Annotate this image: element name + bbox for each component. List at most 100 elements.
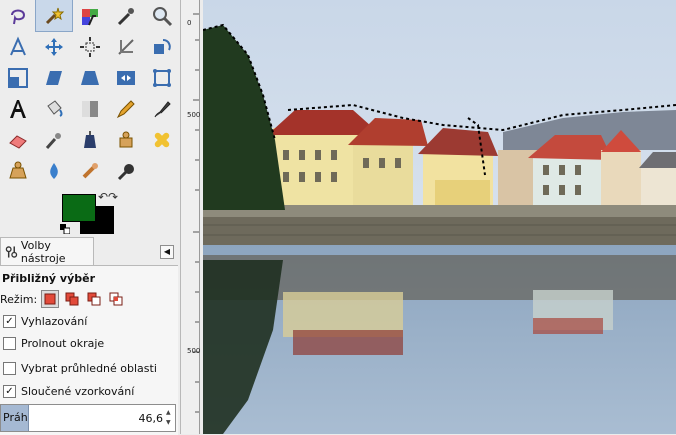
threshold-label: Práh (1, 405, 29, 431)
option-feather-edges[interactable]: Prolnout okraje (0, 335, 104, 351)
dodge-burn-tool-button[interactable] (108, 155, 144, 186)
antialiasing-checkbox[interactable]: ✓ (3, 314, 16, 328)
align-icon (80, 36, 100, 57)
option-antialiasing[interactable]: ✓ Vyhlazování (0, 313, 87, 329)
bucket-fill-tool-button[interactable] (36, 93, 72, 124)
perspective-tool-button[interactable] (72, 62, 108, 93)
threshold-slider[interactable]: Práh 46,6 ▲ ▼ (0, 404, 176, 432)
ink-tool-button[interactable] (72, 124, 108, 155)
blur-sharpen-icon (50, 162, 58, 179)
zoom-icon (153, 6, 173, 26)
cage-transform-icon (153, 68, 171, 87)
shear-tool-button[interactable] (36, 62, 72, 93)
tool-grid (0, 0, 180, 186)
threshold-spinner-icon[interactable]: ▲ ▼ (166, 408, 173, 428)
smudge-icon (82, 162, 98, 178)
mode-subtract-button[interactable] (85, 290, 103, 308)
ruler-label: 0 (187, 19, 192, 27)
sample-merged-checkbox[interactable]: ✓ (3, 384, 16, 398)
clone-icon (119, 131, 133, 147)
canvas-area: 0 500 500 (181, 0, 676, 434)
mode-add-button[interactable] (63, 290, 81, 308)
feather-edges-label: Prolnout okraje (21, 336, 105, 350)
scale-icon (8, 67, 28, 88)
ink-icon (84, 130, 96, 148)
feather-edges-checkbox[interactable] (3, 336, 16, 350)
toolbox: ↶↷ Volby nástroje ◀ Přibližný výběr Reži… (0, 0, 181, 435)
image-canvas[interactable] (203, 0, 676, 434)
vertical-ruler[interactable]: 0 500 500 (181, 0, 200, 434)
zoom-tool-button[interactable] (144, 0, 180, 31)
color-picker-tool-button[interactable] (108, 0, 144, 31)
tab-tool-options-label: Volby nástroje (20, 238, 66, 265)
dock-menu-button[interactable]: ◀ (160, 245, 174, 259)
move-tool-button[interactable] (36, 31, 72, 62)
crop-tool-button[interactable] (108, 31, 144, 62)
sample-merged-label: Sloučené vzorkování (21, 384, 135, 398)
shear-icon (46, 70, 62, 85)
heal-icon (154, 132, 170, 147)
measure-icon (10, 36, 26, 55)
measure-tool-button[interactable] (0, 31, 36, 62)
mode-row: Režim: (0, 290, 125, 308)
bucket-fill-icon (47, 99, 63, 117)
threshold-value: 46,6 (138, 412, 164, 425)
rotate-tool-button[interactable] (144, 31, 180, 62)
airbrush-icon (45, 132, 61, 149)
move-icon (45, 37, 63, 56)
fuzzy-select-tool-button[interactable] (35, 0, 73, 32)
pencil-tool-button[interactable] (108, 93, 144, 124)
pencil-icon (116, 99, 135, 118)
photo-town-riverside (203, 0, 676, 434)
mode-label: Režim: (0, 292, 38, 306)
perspective-icon (81, 70, 99, 85)
perspective-clone-tool-button[interactable] (0, 155, 36, 186)
airbrush-tool-button[interactable] (36, 124, 72, 155)
select-transparent-checkbox[interactable] (3, 361, 16, 375)
flip-icon (117, 70, 135, 85)
crop-icon (118, 38, 134, 55)
ruler-label: 500 (187, 347, 201, 355)
default-colors-icon[interactable] (60, 224, 70, 234)
paintbrush-tool-button[interactable] (144, 93, 180, 124)
eraser-tool-button[interactable] (0, 124, 36, 155)
text-icon (10, 99, 26, 118)
mode-replace-icon (44, 293, 56, 305)
tool-options-icon (5, 245, 18, 258)
eraser-icon (9, 134, 27, 149)
mode-replace-button[interactable] (41, 290, 60, 308)
color-picker-icon (117, 7, 134, 25)
tab-tool-options[interactable]: Volby nástroje (0, 237, 94, 265)
antialiasing-label: Vyhlazování (21, 314, 88, 328)
rotate-icon (154, 38, 171, 54)
color-area: ↶↷ (56, 190, 120, 238)
select-by-color-icon (82, 8, 98, 25)
blend-tool-button[interactable] (72, 93, 108, 124)
scale-tool-button[interactable] (0, 62, 36, 93)
foreground-color-swatch[interactable] (62, 194, 96, 222)
cage-transform-tool-button[interactable] (144, 62, 180, 93)
blur-sharpen-tool-button[interactable] (36, 155, 72, 186)
fuzzy-select-icon (45, 7, 65, 24)
ruler-ticks (193, 13, 199, 413)
mode-intersect-button[interactable] (107, 290, 125, 308)
flip-tool-button[interactable] (108, 62, 144, 93)
lasso-select-icon (11, 9, 26, 24)
mode-intersect-icon (109, 292, 123, 306)
option-sample-merged[interactable]: ✓ Sloučené vzorkování (0, 383, 134, 399)
option-select-transparent[interactable]: Vybrat průhledné oblasti (0, 360, 157, 376)
swap-colors-icon[interactable]: ↶↷ (98, 191, 118, 203)
blend-icon (82, 100, 98, 117)
select-by-color-tool-button[interactable] (72, 0, 108, 31)
smudge-tool-button[interactable] (72, 155, 108, 186)
select-transparent-label: Vybrat průhledné oblasti (21, 361, 157, 375)
paintbrush-icon (154, 100, 171, 117)
text-tool-button[interactable] (0, 93, 36, 124)
lasso-select-tool-button[interactable] (0, 0, 36, 31)
clone-tool-button[interactable] (108, 124, 144, 155)
ruler-label: 500 (187, 111, 201, 119)
heal-tool-button[interactable] (144, 124, 180, 155)
align-tool-button[interactable] (72, 31, 108, 62)
dodge-burn-icon (117, 163, 134, 180)
mode-subtract-icon (87, 292, 101, 306)
